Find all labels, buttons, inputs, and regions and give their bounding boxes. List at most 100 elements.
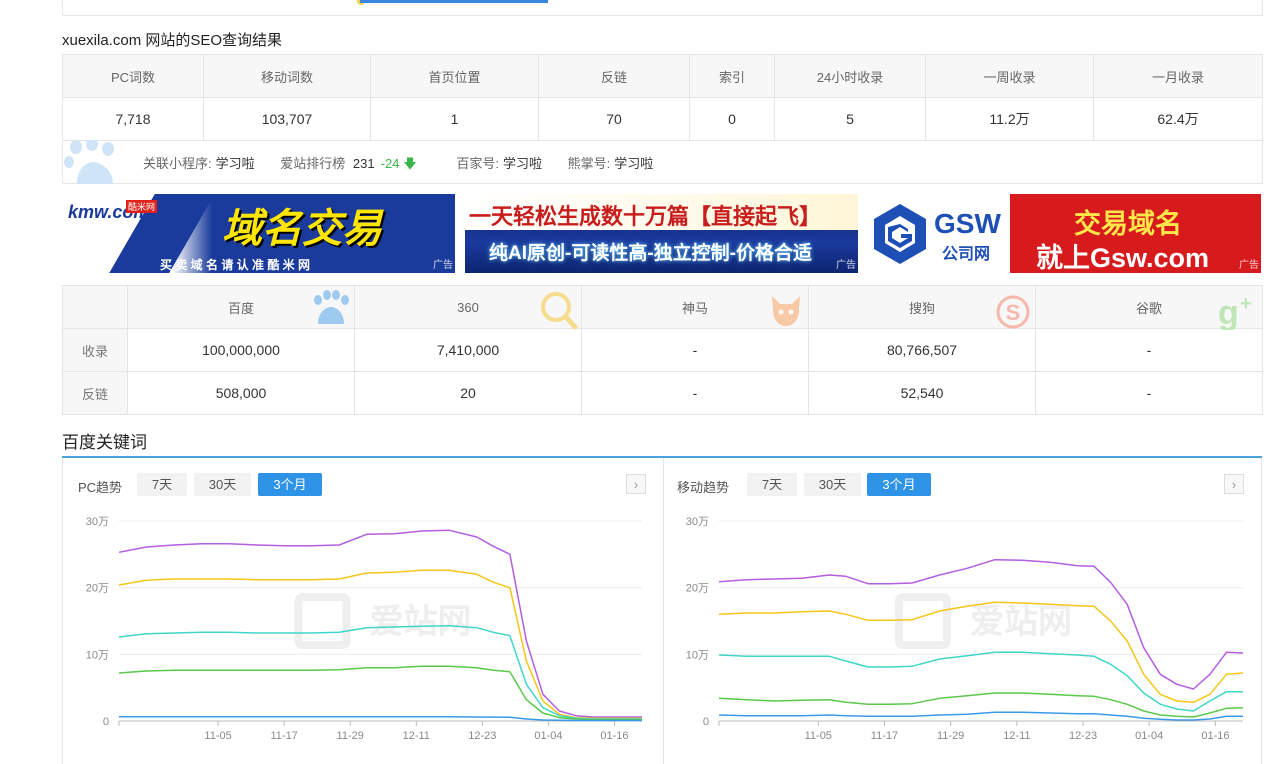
- x-tick-label: 12-11: [403, 730, 430, 742]
- header-backlinks: 反链: [538, 54, 690, 98]
- value-mobile-words[interactable]: 103,707: [203, 97, 371, 141]
- related-info-row: 关联小程序: 学习啦 爱站排行榜 231 -24 🡇 百家号: 学习啦 熊掌号: 学习啦: [62, 140, 1263, 184]
- seo-header-row: PC词数 移动词数 首页位置 反链 索引 24小时收录 一周收录 一月收录: [62, 54, 1263, 98]
- backlinks-sogou[interactable]: 52,540: [808, 371, 1036, 415]
- watermark: 爱站网: [970, 603, 1072, 641]
- ad-tag: 广告: [836, 260, 856, 271]
- shenma-horse-icon: [772, 296, 800, 326]
- x-tick-label: 11-05: [204, 730, 231, 742]
- gsw-logo-icon: [874, 204, 926, 264]
- backlinks-shenma: -: [581, 371, 809, 415]
- row-label-indexed: 收录: [62, 328, 128, 372]
- backlinks-google: -: [1035, 371, 1263, 415]
- ad-tag: 广告: [433, 260, 453, 271]
- top-panel-remnant: [62, 0, 1263, 16]
- top-progress-bar: [360, 0, 548, 3]
- banner-kmw[interactable]: kmw.com 酷米网 域名交易 买 卖 域 名 请 认 准 酷 米 网 广告: [62, 194, 455, 273]
- series-line-blue[interactable]: [718, 711, 1243, 721]
- kmw-logo-cn: 酷米网: [126, 200, 158, 213]
- banner-gsw[interactable]: GSW 公司网 交易域名 就上Gsw.com 广告: [868, 194, 1261, 273]
- value-index: 0: [689, 97, 775, 141]
- x-tick-label: 11-17: [270, 730, 297, 742]
- x-tick-label: 11-29: [937, 730, 964, 742]
- gsw-subline: 就上Gsw.com: [1036, 243, 1210, 273]
- indexed-baidu[interactable]: 100,000,000: [127, 328, 355, 372]
- x-tick-label: 11-17: [871, 730, 898, 742]
- backlinks-baidu[interactable]: 508,000: [127, 371, 355, 415]
- xiongzhang-label: 熊掌号:: [567, 156, 611, 171]
- svg-text:+: +: [1240, 293, 1252, 315]
- header-home-position: 首页位置: [370, 54, 539, 98]
- gsw-brand-cn: 公司网: [942, 246, 991, 263]
- xiongzhang-link[interactable]: 学习啦: [614, 156, 653, 171]
- x-tick-label: 01-04: [534, 730, 562, 742]
- arrow-down-icon: 🡇: [403, 156, 417, 171]
- value-backlinks[interactable]: 70: [538, 97, 690, 141]
- backlinks-360[interactable]: 20: [354, 371, 582, 415]
- baidu-keywords-title: 百度关键词: [62, 433, 147, 452]
- ad-tag: 广告: [1239, 260, 1259, 271]
- svg-text:S: S: [1006, 300, 1021, 325]
- engine-name-baidu: 百度: [227, 300, 254, 316]
- y-tick-label: 10万: [86, 649, 109, 661]
- x-tick-label: 01-16: [600, 730, 628, 742]
- header-index: 索引: [689, 54, 775, 98]
- y-tick-label: 0: [703, 716, 709, 728]
- pc-trend-panel: PC趋势 7天 30天 3个月 › 0 10万 20万 30万 爱站网 11-05 11-1…: [62, 458, 664, 764]
- series-line-teal[interactable]: [718, 651, 1243, 712]
- engine-header-row: 百度 360 神马 搜狗 S 谷歌 g +: [62, 285, 1263, 330]
- watermark: 爱站网: [370, 603, 472, 641]
- miniapp-link[interactable]: 学习啦: [216, 156, 255, 171]
- value-home-position: 1: [370, 97, 539, 141]
- x-tick-label: 12-23: [468, 730, 496, 742]
- watermark-logo-icon: [294, 593, 351, 649]
- svg-text:g: g: [1218, 294, 1239, 330]
- value-week-indexed: 11.2万: [925, 97, 1094, 141]
- y-tick-label: 10万: [686, 649, 709, 661]
- baidu-paw-icon: [314, 290, 349, 324]
- value-24h-indexed: 5: [774, 97, 926, 141]
- y-tick-label: 30万: [86, 516, 109, 528]
- banner-ai-writing[interactable]: 一天轻松生成数十万篇【直接起飞】 纯AI原创-可读性高-独立控制-价格合适 广告: [465, 194, 858, 273]
- ai-subline: 纯AI原创-可读性高-独立控制-价格合适: [489, 243, 812, 264]
- indexed-shenma: -: [581, 328, 809, 372]
- x-tick-label: 11-29: [337, 730, 364, 742]
- mobile-trend-chart: 0 10万 20万 30万爱站网 11-05 11-17 11-29 12-11 12-23 01…: [686, 516, 1244, 742]
- x-tick-label: 01-04: [1135, 730, 1163, 742]
- y-tick-label: 0: [103, 716, 109, 728]
- google-plus-icon: g +: [1218, 293, 1252, 330]
- baijia-label: 百家号:: [456, 156, 500, 171]
- mobile-trend-panel: 移动趋势 7天 30天 3个月 › 0 10万 20万 30万 爱站网 11-05 11-1…: [663, 458, 1262, 764]
- sogou-s-icon: S: [996, 295, 1030, 329]
- engine-header-shenma: 神马: [581, 285, 809, 329]
- value-month-indexed: 62.4万: [1093, 97, 1263, 141]
- magnifier-360-icon: [541, 292, 578, 330]
- engine-name-360: 360: [457, 299, 479, 315]
- header-24h-indexed: 24小时收录: [774, 54, 926, 98]
- series-line-yellow[interactable]: [118, 569, 642, 720]
- indexed-sogou[interactable]: 80,766,507: [808, 328, 1036, 372]
- baijia-link[interactable]: 学习啦: [503, 156, 542, 171]
- kmw-headline: 域名交易: [222, 207, 382, 251]
- baidu-paw-icon: [64, 140, 114, 184]
- rank-value[interactable]: 231: [353, 156, 375, 171]
- x-tick-label: 12-11: [1003, 730, 1030, 742]
- related-items: 关联小程序: 学习啦 爱站排行榜 231 -24 🡇 百家号: 学习啦 熊掌号: 学习啦: [143, 153, 675, 177]
- rank-label: 爱站排行榜: [280, 156, 346, 171]
- header-month-indexed: 一月收录: [1093, 54, 1263, 98]
- y-tick-label: 30万: [686, 516, 709, 528]
- watermark-logo-icon: [895, 593, 951, 649]
- y-tick-label: 20万: [86, 583, 109, 595]
- value-pc-words[interactable]: 7,718: [62, 97, 204, 141]
- ai-headline: 一天轻松生成数十万篇【直接起飞】: [469, 204, 822, 229]
- indexed-360[interactable]: 7,410,000: [354, 328, 582, 372]
- engine-indexed-row: 收录 100,000,000 7,410,000 - 80,766,507 -: [62, 328, 1263, 372]
- x-tick-label: 01-16: [1201, 730, 1229, 742]
- seo-stats-table: PC词数 移动词数 首页位置 反链 索引 24小时收录 一周收录 一月收录 7,…: [62, 54, 1263, 141]
- rank-change: -24: [380, 156, 400, 171]
- x-tick-label: 12-23: [1069, 730, 1097, 742]
- engine-name-google: 谷歌: [1135, 300, 1162, 316]
- engine-backlinks-row: 反链 508,000 20 - 52,540 -: [62, 371, 1263, 415]
- row-label-backlinks: 反链: [62, 371, 128, 415]
- seo-values-row: 7,718 103,707 1 70 0 5 11.2万 62.4万: [62, 97, 1263, 141]
